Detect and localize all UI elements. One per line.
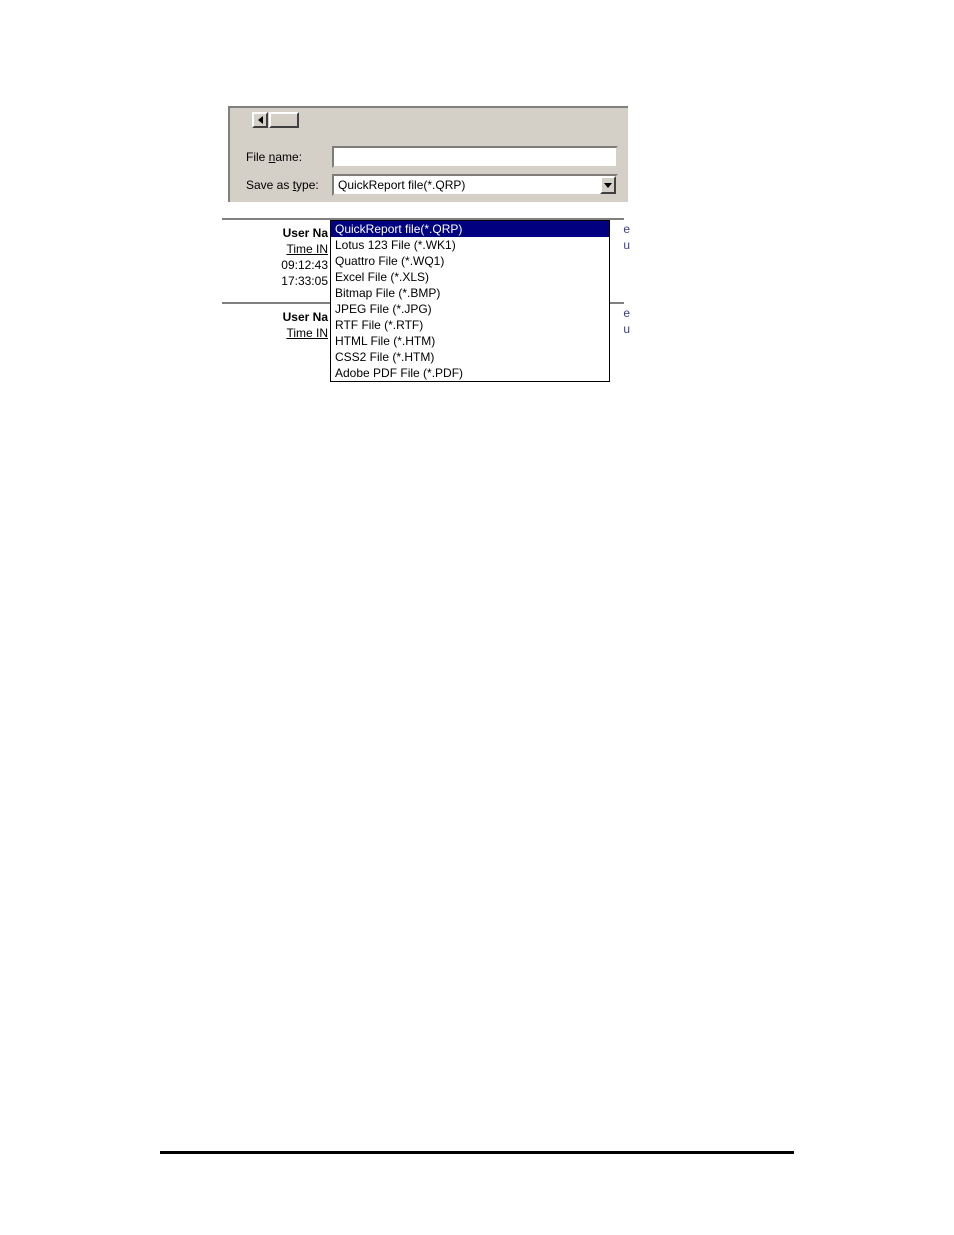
chevron-down-icon xyxy=(604,183,612,188)
save-as-type-label: Save as type: xyxy=(246,178,332,192)
edge-letter-1: e xyxy=(623,222,630,236)
option-jpeg[interactable]: JPEG File (*.JPG) xyxy=(331,301,609,317)
option-pdf[interactable]: Adobe PDF File (*.PDF) xyxy=(331,365,609,381)
user-name-label-2: User Na xyxy=(283,310,328,324)
time-in-label-1: Time IN xyxy=(286,242,328,256)
save-as-type-listbox[interactable]: QuickReport file(*.QRP) Lotus 123 File (… xyxy=(330,220,610,382)
horizontal-scrollbar[interactable] xyxy=(232,112,622,136)
time-value-2: 17:33:05 xyxy=(228,274,328,288)
option-excel[interactable]: Excel File (*.XLS) xyxy=(331,269,609,285)
save-dialog: File name: Save as type: QuickReport fil… xyxy=(228,106,628,202)
option-quattro[interactable]: Quattro File (*.WQ1) xyxy=(331,253,609,269)
edge-letter-3: e xyxy=(623,306,630,320)
option-quickreport[interactable]: QuickReport file(*.QRP) xyxy=(331,221,609,237)
option-bitmap[interactable]: Bitmap File (*.BMP) xyxy=(331,285,609,301)
footer-rule xyxy=(160,1151,794,1154)
time-in-label-2: Time IN xyxy=(286,326,328,340)
edge-letter-4: u xyxy=(623,322,630,336)
time-value-1: 09:12:43 xyxy=(228,258,328,272)
scroll-left-button[interactable] xyxy=(252,112,268,128)
option-rtf[interactable]: RTF File (*.RTF) xyxy=(331,317,609,333)
combo-selected-text: QuickReport file(*.QRP) xyxy=(334,178,600,192)
scroll-thumb[interactable] xyxy=(269,112,299,128)
save-as-type-combo[interactable]: QuickReport file(*.QRP) xyxy=(332,174,618,196)
file-name-label: File name: xyxy=(246,150,332,164)
user-name-label-1: User Na xyxy=(283,226,328,240)
option-css2[interactable]: CSS2 File (*.HTM) xyxy=(331,349,609,365)
arrow-left-icon xyxy=(258,116,263,124)
combo-dropdown-button[interactable] xyxy=(600,176,616,194)
file-name-input[interactable] xyxy=(332,146,618,168)
option-lotus123[interactable]: Lotus 123 File (*.WK1) xyxy=(331,237,609,253)
option-html[interactable]: HTML File (*.HTM) xyxy=(331,333,609,349)
edge-letter-2: u xyxy=(623,238,630,252)
